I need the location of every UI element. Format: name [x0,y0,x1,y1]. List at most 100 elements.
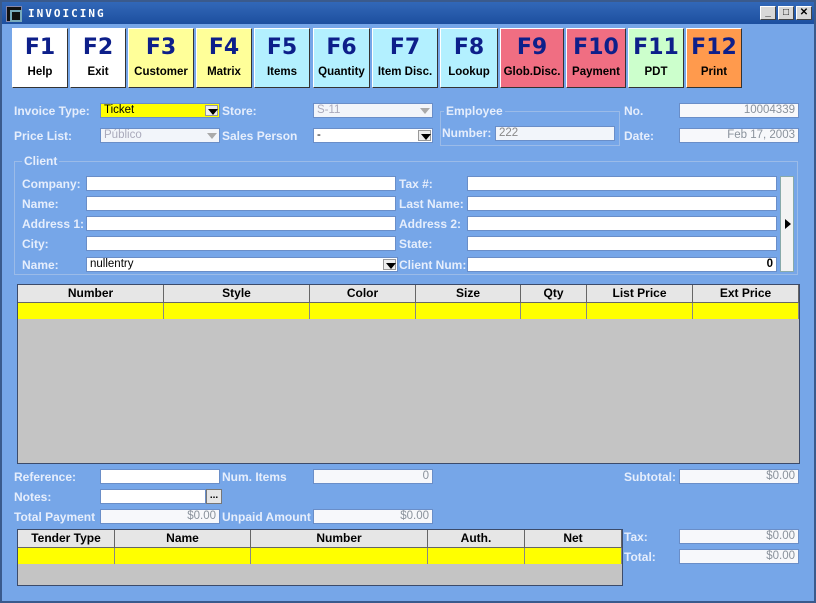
table-cell[interactable] [251,548,428,564]
table-cell[interactable] [18,548,115,564]
table-cell[interactable] [164,303,310,319]
fkey-label: Exit [87,66,109,78]
table-row[interactable] [18,303,799,319]
subtotal-field: $0.00 [679,469,799,484]
invoicing-window: INVOICING _ □ ✕ F1 Help F2 Exit F3 Customer F4… [0,0,816,603]
tax-number-label: Tax #: [399,177,433,191]
table-cell[interactable] [310,303,416,319]
items-grid[interactable]: Number Style Color Size Qty List Price Ext Pri… [17,284,800,464]
fkey-f10-button[interactable]: F10 Payment [566,28,626,88]
company-field[interactable] [86,176,396,191]
tax-label: Tax: [624,530,648,544]
num-items-field: 0 [313,469,433,484]
fkey-label: Payment [572,66,620,78]
invoice-type-select[interactable]: Ticket [100,103,220,118]
column-header[interactable]: Number [18,285,164,303]
column-header[interactable]: List Price [587,285,693,303]
sales-person-select[interactable]: - [313,128,433,143]
fkey-label: PDT [644,66,668,78]
store-select[interactable]: S-11 [313,103,433,118]
client-name-field[interactable] [86,196,396,211]
fkey-label: Item Disc. [377,66,433,78]
tender-grid[interactable]: Tender Type Name Number Auth. Net [17,529,623,586]
unpaid-amount-label: Unpaid Amount [222,510,311,524]
client-num-field[interactable]: 0 [467,257,777,272]
employee-group-title: Employee [444,104,505,118]
close-icon[interactable]: ✕ [796,6,812,20]
fkey-key: F5 [266,35,298,60]
city-label: City: [22,237,49,251]
items-grid-header: Number Style Color Size Qty List Price Ext Pri… [18,285,799,303]
table-cell[interactable] [428,548,525,564]
column-header[interactable]: Style [164,285,310,303]
tax-number-field[interactable] [467,176,777,191]
title-bar: INVOICING _ □ ✕ [2,2,814,24]
table-row[interactable] [18,548,622,564]
last-name-field[interactable] [467,196,777,211]
sales-person-value: - [317,129,321,141]
tender-grid-header: Tender Type Name Number Auth. Net [18,530,622,548]
table-cell[interactable] [525,548,622,564]
column-header[interactable]: Number [251,530,428,548]
column-header[interactable]: Tender Type [18,530,115,548]
city-field[interactable] [86,236,396,251]
column-header[interactable]: Qty [521,285,587,303]
fkey-f11-button[interactable]: F11 PDT [628,28,684,88]
total-payment-label: Total Payment [14,510,96,524]
column-header[interactable]: Size [416,285,521,303]
table-cell[interactable] [115,548,251,564]
table-cell[interactable] [693,303,799,319]
notes-browse-button[interactable]: ... [206,489,222,504]
employee-number-field[interactable]: 222 [495,126,615,141]
reference-field[interactable] [100,469,220,484]
app-logo-icon [6,6,22,22]
fkey-label: Glob.Disc. [503,66,561,78]
fkey-f5-button[interactable]: F5 Items [254,28,310,88]
fkey-f8-button[interactable]: F8 Lookup [440,28,498,88]
fkey-key: F1 [24,35,56,60]
window-title: INVOICING [28,7,106,20]
column-header[interactable]: Net [525,530,622,548]
fkey-f1-button[interactable]: F1 Help [12,28,68,88]
address2-field[interactable] [467,216,777,231]
fkey-f4-button[interactable]: F4 Matrix [196,28,252,88]
state-label: State: [399,237,433,251]
fkey-f3-button[interactable]: F3 Customer [128,28,194,88]
fkey-label: Matrix [207,66,241,78]
fkey-label: Print [700,66,728,78]
fkey-f6-button[interactable]: F6 Quantity [313,28,370,88]
fkey-f2-button[interactable]: F2 Exit [70,28,126,88]
table-cell[interactable] [521,303,587,319]
last-name-label: Last Name: [399,197,464,211]
client-name-select[interactable]: nullentry [86,257,398,272]
table-cell[interactable] [18,303,164,319]
column-header[interactable]: Color [310,285,416,303]
price-list-select[interactable]: Público [100,128,220,143]
fkey-f12-button[interactable]: F12 Print [686,28,742,88]
chevron-down-icon [205,130,218,141]
maximize-icon[interactable]: □ [778,6,794,20]
fkey-f9-button[interactable]: F9 Glob.Disc. [500,28,564,88]
column-header[interactable]: Ext Price [693,285,799,303]
notes-label: Notes: [14,490,52,504]
price-list-value: Público [104,129,142,141]
fkey-f7-button[interactable]: F7 Item Disc. [372,28,438,88]
fkey-label: Items [266,66,298,78]
notes-field[interactable] [100,489,206,504]
column-header[interactable]: Auth. [428,530,525,548]
total-label: Total: [624,550,656,564]
fkey-label: Customer [134,66,188,78]
address1-field[interactable] [86,216,396,231]
invoice-type-value: Ticket [104,104,135,116]
client-group-title: Client [22,154,60,168]
state-field[interactable] [467,236,777,251]
fkey-key: F4 [208,35,240,60]
table-cell[interactable] [416,303,521,319]
address2-label: Address 2: [399,217,462,231]
chevron-down-icon [383,259,396,270]
column-header[interactable]: Name [115,530,251,548]
table-cell[interactable] [587,303,693,319]
expand-arrow-icon[interactable] [780,176,794,272]
minimize-icon[interactable]: _ [760,6,776,20]
subtotal-label: Subtotal: [624,470,676,484]
